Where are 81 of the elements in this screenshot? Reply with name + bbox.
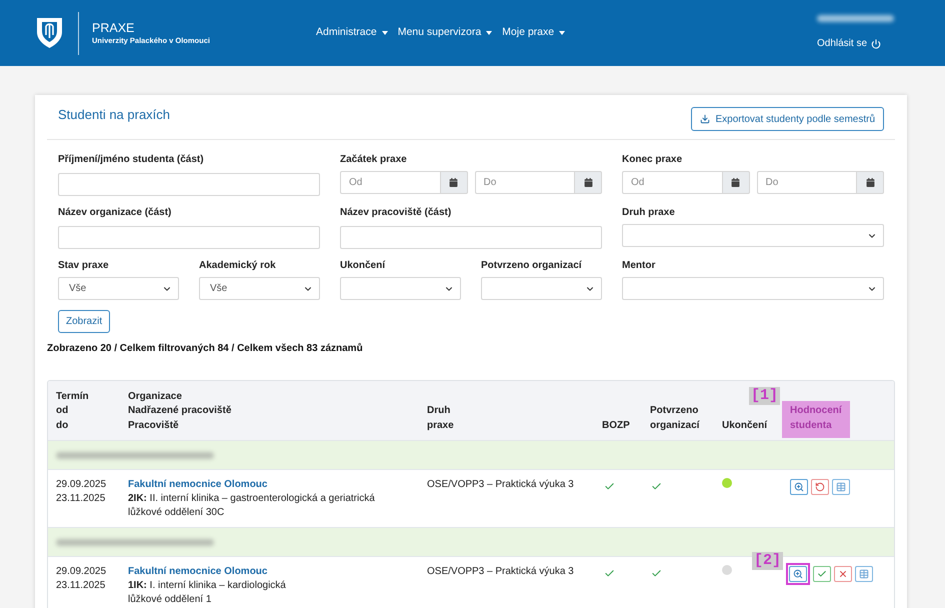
calendar-icon [584,178,592,187]
approve-button[interactable] [813,566,831,582]
select-field[interactable] [481,277,602,300]
calendar-button[interactable] [440,171,468,194]
field-label: Stav praxe [58,259,110,273]
column-header: Potvrzeno organizací [649,404,701,432]
download-icon [700,114,710,124]
text-field[interactable] [58,226,320,249]
page-title: Studenti na praxích [58,107,170,123]
check-icon [817,569,827,579]
parent-workplace-text: 1IK: I. interní klinika – kardiologická [128,579,286,593]
column-header: BOZP [601,418,631,432]
power-icon [871,38,882,48]
field-label: Ukončení [340,259,386,273]
zoom-in-icon [793,569,803,579]
field-label: Název organizace (část) [58,206,172,220]
caret-icon [559,31,566,35]
logout-link[interactable]: Odhlásit se [817,36,895,51]
date-field[interactable]: Od [340,171,440,194]
column-header: Ukončení [721,418,768,432]
practice-type-text: OSE/VOPP3 – Praktická výuka 3 [427,566,574,577]
undo-button[interactable] [811,479,829,495]
caret-icon [486,31,492,35]
column-header: Organizace Nadřazené pracoviště Pracoviště [127,390,232,432]
nav-menu-item[interactable]: Administrace [316,25,388,41]
calendar-icon [866,178,874,187]
zoom-in-icon [794,482,804,492]
organization-link[interactable]: Fakultní nemocnice Olomouc [128,565,268,579]
column-header: Druh praxe [426,404,455,432]
select-field[interactable] [622,277,884,300]
field-label: Začátek praxe [340,153,408,167]
column-header: Hodnocení studenta [782,401,850,438]
field-label: Konec praxe [622,153,684,167]
undo-icon [815,482,825,492]
parent-workplace-text: 2IK: II. interní klinika – gastroenterologická a geriatrická [128,492,375,506]
select-field[interactable]: Vše [58,277,179,300]
shield-logo-icon [37,18,62,48]
field-label: Příjmení/jméno studenta (část) [58,153,205,167]
calendar-icon [731,178,740,187]
field-label: Mentor [622,259,656,273]
submit-button[interactable]: Zobrazit [58,310,110,333]
calendar-button[interactable] [857,171,884,194]
date-field[interactable]: Do [474,171,575,194]
results-summary: Zobrazeno 20 / Celkem filtrovaných 84 / Celkem všech 83 záznamů [47,342,364,356]
start-date: 29.09.2025 [56,478,108,492]
select-field[interactable]: Vše [199,277,320,300]
annotation-label: [1] [749,387,780,405]
date-field[interactable]: Do [756,171,857,194]
calendar-button[interactable] [722,171,750,194]
nav-menu-item[interactable]: Menu supervizora [398,25,492,41]
organization-link[interactable]: Fakultní nemocnice Olomouc [128,478,268,492]
table-button[interactable] [855,566,873,582]
export-button[interactable]: Exportovat studenty podle semestrů [691,107,884,131]
select-field[interactable] [622,224,884,247]
field-label: Akademický rok [199,259,277,273]
field-label: Druh praxe [622,206,676,220]
workplace-text: lůžkové oddělení 30C [128,506,224,520]
date-field[interactable]: Od [622,171,722,194]
practice-type-text: OSE/VOPP3 – Praktická výuka 3 [427,479,574,490]
annotation-label: [2] [752,552,784,570]
column-header: Termín od do [55,390,90,432]
close-icon [838,569,848,579]
table-button[interactable] [832,479,850,495]
detail-button[interactable] [790,479,808,495]
nav-menu-item[interactable]: Moje praxe [502,25,566,41]
start-date: 29.09.2025 [56,565,108,579]
field-label: Název pracoviště (část) [340,206,452,220]
app-title: PRAXE [92,20,136,36]
end-date: 23.11.2025 [56,579,106,593]
calendar-icon [449,178,458,187]
reject-button[interactable] [834,566,852,582]
caret-icon [382,31,388,35]
end-date: 23.11.2025 [56,492,106,506]
field-label: Potvrzeno organizací [481,259,583,273]
table-icon [859,569,869,579]
workplace-text: lůžkové oddělení 1 [128,593,212,607]
select-field[interactable] [340,277,461,300]
text-field[interactable] [58,173,320,196]
table-icon [836,482,846,492]
calendar-button[interactable] [575,171,602,194]
text-field[interactable] [340,226,602,249]
